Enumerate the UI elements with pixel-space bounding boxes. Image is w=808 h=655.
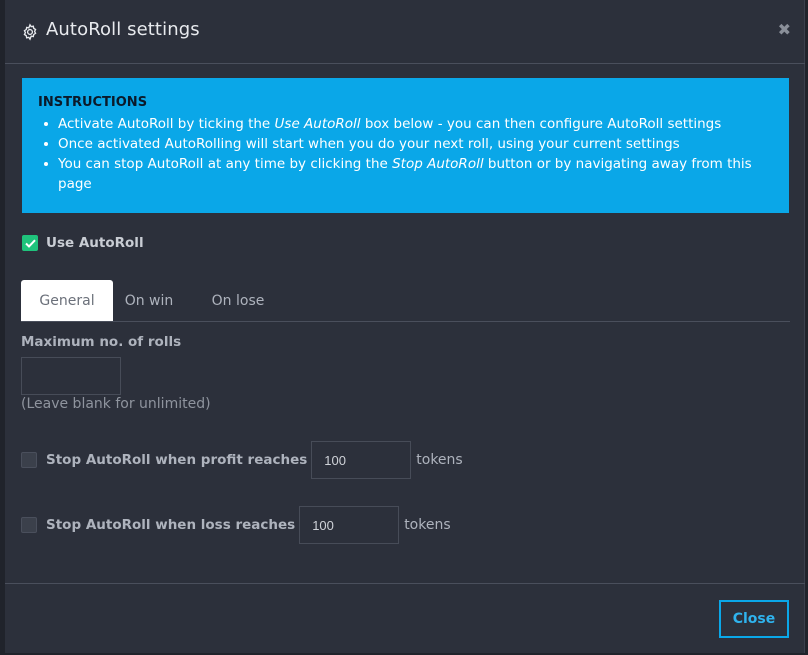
use-autoroll-row[interactable]: Use AutoRoll [22, 233, 144, 253]
instruction-text: Activate AutoRoll by ticking the [58, 116, 275, 132]
stop-loss-checkbox[interactable] [21, 517, 37, 533]
instructions-list: Activate AutoRoll by ticking the Use Aut… [38, 114, 773, 194]
instructions-panel: INSTRUCTIONS Activate AutoRoll by tickin… [22, 78, 789, 213]
stop-profit-unit: tokens [416, 452, 463, 468]
close-button[interactable]: Close [719, 600, 789, 638]
stop-profit-row: Stop AutoRoll when profit reaches tokens [21, 441, 463, 479]
instruction-text: Once activated AutoRolling will start wh… [58, 136, 680, 152]
instruction-item: Once activated AutoRolling will start wh… [44, 134, 773, 154]
checkmark-icon [24, 239, 36, 248]
instruction-text: box below - you can then configure AutoR… [360, 116, 722, 132]
use-autoroll-checkbox[interactable] [22, 235, 38, 251]
stop-profit-checkbox[interactable] [21, 452, 37, 468]
close-icon[interactable]: ✖ [778, 20, 791, 39]
dialog-title: AutoRoll settings [46, 19, 200, 40]
stop-profit-input[interactable] [311, 441, 412, 479]
stop-loss-input[interactable] [299, 506, 400, 544]
instruction-emphasis: Stop AutoRoll [392, 156, 484, 172]
instruction-emphasis: Use AutoRoll [274, 116, 361, 132]
instruction-item: Activate AutoRoll by ticking the Use Aut… [44, 114, 773, 134]
max-rolls-help: (Leave blank for unlimited) [21, 396, 211, 412]
stop-profit-label[interactable]: Stop AutoRoll when profit reaches [46, 452, 307, 468]
stop-loss-label[interactable]: Stop AutoRoll when loss reaches [46, 517, 295, 533]
tab-general[interactable]: General [21, 280, 113, 321]
instructions-title: INSTRUCTIONS [38, 95, 148, 110]
instruction-item: You can stop AutoRoll at any time by cli… [44, 154, 773, 194]
max-rolls-label: Maximum no. of rolls [21, 334, 182, 350]
max-rolls-input[interactable] [21, 357, 121, 395]
stop-loss-row: Stop AutoRoll when loss reaches tokens [21, 506, 451, 544]
gear-icon [23, 23, 37, 41]
stop-loss-unit: tokens [404, 517, 451, 533]
instruction-text: You can stop AutoRoll at any time by cli… [58, 156, 393, 172]
use-autoroll-label[interactable]: Use AutoRoll [46, 235, 144, 251]
tab-on-lose[interactable]: On lose [197, 280, 279, 321]
dialog-header: AutoRoll settings ✖ [5, 0, 805, 64]
settings-tabs: General On win On lose [21, 280, 790, 322]
autoroll-settings-dialog: AutoRoll settings ✖ INSTRUCTIONS Activat… [5, 0, 805, 653]
tab-on-win[interactable]: On win [113, 280, 185, 321]
footer-divider [5, 583, 805, 584]
